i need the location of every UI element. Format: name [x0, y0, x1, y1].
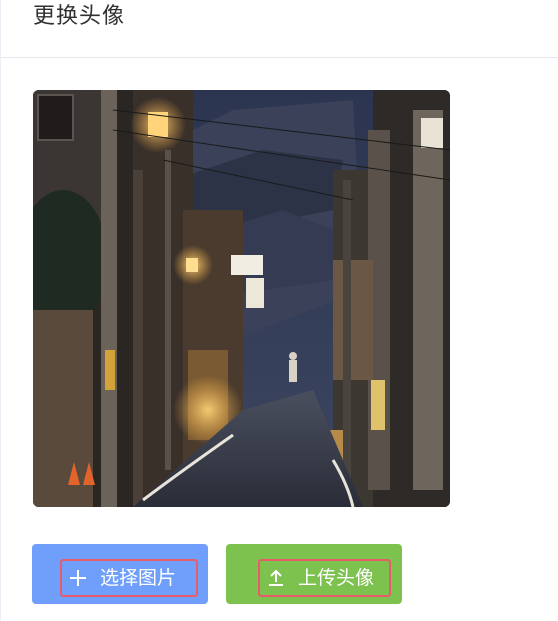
select-image-button-highlight: 选择图片: [60, 559, 198, 597]
upload-icon: [269, 569, 283, 586]
dialog-header: 更换头像: [1, 0, 558, 58]
upload-avatar-button-highlight: 上传头像: [258, 559, 391, 597]
select-image-button[interactable]: 选择图片: [32, 544, 208, 604]
plus-icon: [70, 570, 86, 586]
dialog-title: 更换头像: [33, 4, 126, 29]
change-avatar-dialog: 更换头像 选择图片 上传头像: [0, 0, 558, 621]
upload-avatar-button[interactable]: 上传头像: [226, 544, 402, 604]
avatar-cropper[interactable]: [33, 90, 450, 507]
avatar-preview-image: [33, 90, 450, 507]
select-image-label: 选择图片: [100, 567, 177, 589]
upload-avatar-label: 上传头像: [298, 567, 375, 589]
